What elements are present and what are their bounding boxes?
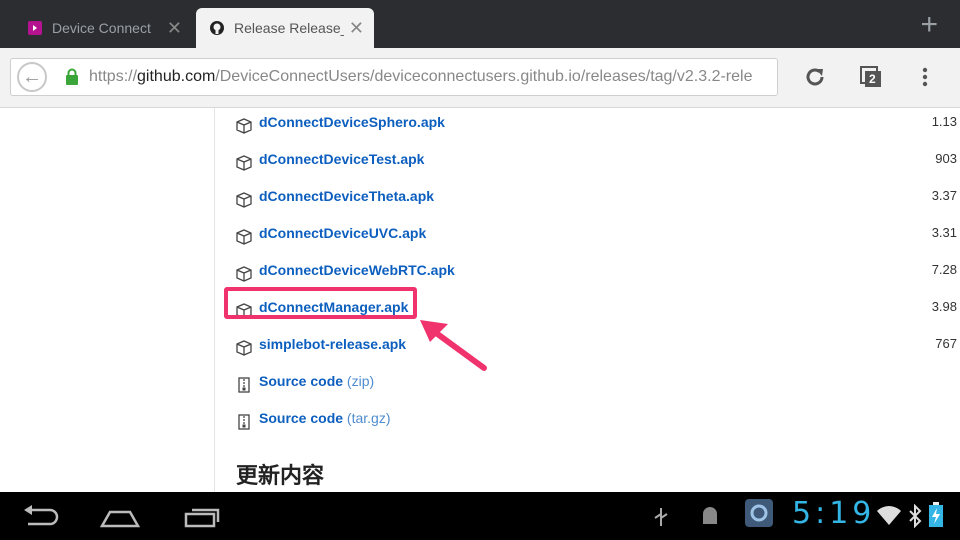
- source-code-link[interactable]: Source code (zip): [259, 373, 374, 389]
- section-title: 更新内容: [236, 463, 325, 488]
- asset-row[interactable]: simplebot-release.apk 767: [236, 333, 960, 363]
- source-code-label: Source code: [259, 410, 344, 426]
- package-icon: [236, 229, 252, 245]
- asset-row[interactable]: dConnectDeviceSphero.apk 1.13: [236, 111, 960, 141]
- asset-link[interactable]: simplebot-release.apk: [259, 336, 406, 352]
- address-bar[interactable]: ← https://github.com/DeviceConnectUsers/…: [10, 58, 778, 96]
- asset-row[interactable]: dConnectDeviceTest.apk 903: [236, 148, 960, 178]
- asset-size: 3.37: [931, 188, 957, 203]
- asset-link[interactable]: dConnectDeviceSphero.apk: [259, 114, 445, 130]
- asset-row[interactable]: dConnectDeviceTheta.apk 3.37: [236, 185, 960, 215]
- tab-switcher-icon[interactable]: 2: [856, 62, 886, 92]
- asset-size: 7.28: [931, 262, 957, 277]
- package-icon: [236, 192, 252, 208]
- asset-size: 3.98: [931, 299, 957, 314]
- asset-size: 903: [935, 151, 957, 166]
- source-code-ext: (tar.gz): [346, 410, 391, 426]
- package-icon: [236, 118, 252, 134]
- asset-row[interactable]: dConnectDeviceWebRTC.apk 7.28: [236, 259, 960, 289]
- asset-size: 3.31: [931, 225, 957, 240]
- package-icon: [236, 340, 252, 356]
- source-code-link[interactable]: Source code (tar.gz): [259, 410, 391, 426]
- home-nav-icon[interactable]: [100, 502, 140, 530]
- source-code-row[interactable]: Source code (tar.gz): [236, 407, 960, 437]
- pointer-arrow-icon: [420, 320, 487, 371]
- android-debug-icon: [703, 507, 717, 524]
- tab-device-connect[interactable]: Device Connect ✕: [14, 8, 192, 48]
- asset-link[interactable]: dConnectDeviceTest.apk: [259, 151, 424, 167]
- package-icon: [236, 155, 252, 171]
- source-code-label: Source code: [259, 373, 344, 389]
- battery-charging-icon: [929, 502, 943, 527]
- recent-apps-icon[interactable]: [182, 502, 222, 530]
- app-notification-icon[interactable]: [744, 498, 774, 528]
- source-code-ext: (zip): [346, 373, 375, 389]
- asset-size: 767: [935, 336, 957, 351]
- asset-link[interactable]: dConnectDeviceUVC.apk: [259, 225, 426, 241]
- back-icon[interactable]: ←: [17, 62, 47, 92]
- tab-strip: Device Connect ✕ Release Release_ ✕ +: [0, 0, 960, 48]
- system-navigation-bar: 5:19: [0, 492, 960, 540]
- tab-count: 2: [869, 72, 876, 86]
- asset-row[interactable]: dConnectDeviceUVC.apk 3.31: [236, 222, 960, 252]
- github-icon: [210, 21, 224, 35]
- back-nav-icon[interactable]: [20, 502, 60, 530]
- close-tab-icon[interactable]: ✕: [349, 18, 364, 39]
- tab-release[interactable]: Release Release_ ✕: [196, 8, 374, 48]
- url-path: /DeviceConnectUsers/deviceconnectusers.g…: [215, 68, 753, 85]
- url-host: github.com: [137, 68, 216, 85]
- asset-link[interactable]: dConnectDeviceWebRTC.apk: [259, 262, 455, 278]
- bluetooth-icon: [909, 504, 922, 528]
- zip-icon: [236, 377, 252, 393]
- browser-toolbar: ← https://github.com/DeviceConnectUsers/…: [0, 48, 960, 108]
- sidebar-divider: [214, 108, 215, 492]
- package-icon: [236, 266, 252, 282]
- menu-icon[interactable]: [910, 62, 940, 92]
- lock-icon: [66, 68, 78, 85]
- usb-icon: [654, 508, 668, 526]
- reload-icon[interactable]: [800, 62, 830, 92]
- wifi-icon: [877, 506, 901, 525]
- new-tab-icon[interactable]: +: [920, 8, 938, 42]
- device-connect-favicon-icon: [28, 21, 42, 35]
- source-code-row[interactable]: Source code (zip): [236, 370, 960, 400]
- url-scheme: https://: [89, 68, 138, 85]
- asset-link[interactable]: dConnectDeviceTheta.apk: [259, 188, 434, 204]
- clock: 5:19: [792, 496, 876, 531]
- tab-title: Device Connect: [52, 20, 151, 36]
- zip-icon: [236, 414, 252, 430]
- highlight-box: [224, 287, 417, 319]
- close-tab-icon[interactable]: ✕: [167, 18, 182, 39]
- tab-title: Release Release_: [234, 20, 344, 36]
- url-text[interactable]: https://github.com/DeviceConnectUsers/de…: [89, 68, 775, 86]
- asset-size: 1.13: [931, 114, 957, 129]
